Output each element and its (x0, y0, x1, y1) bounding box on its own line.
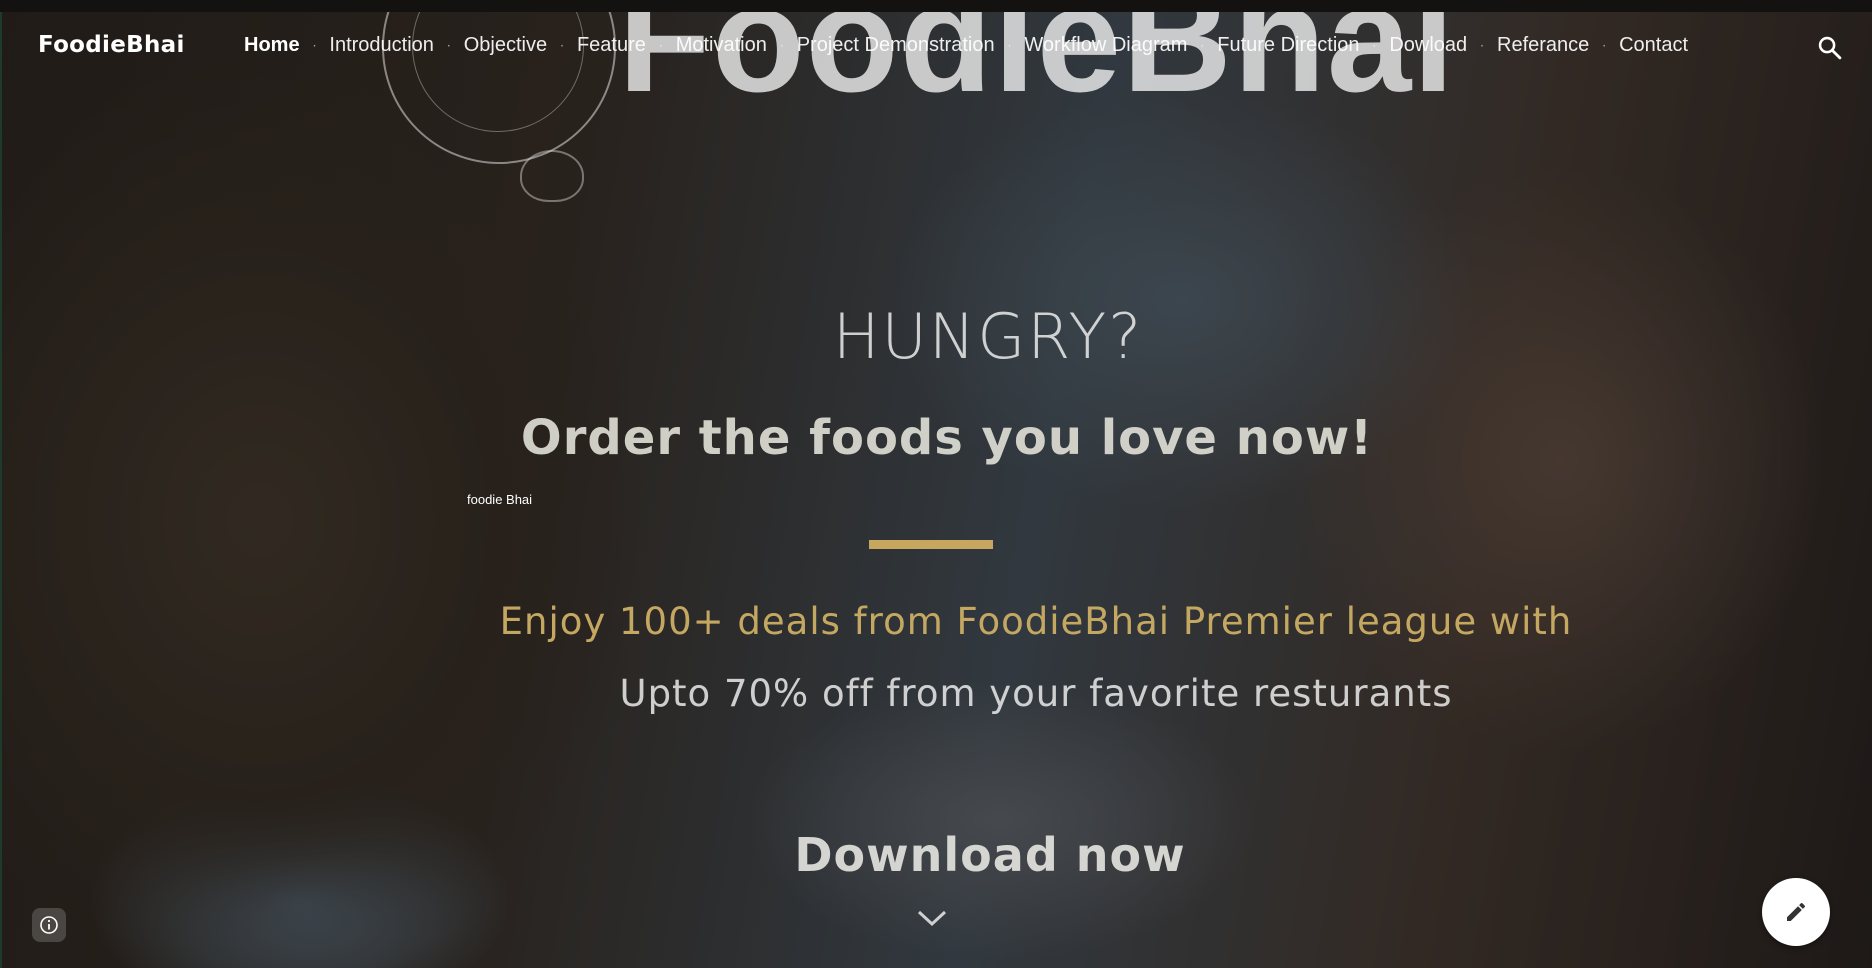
site-info-button[interactable] (32, 908, 66, 942)
nav-item-motivation[interactable]: Motivation (676, 34, 767, 57)
pencil-icon (1787, 902, 1806, 921)
nav-item-dowload[interactable]: Dowload (1389, 34, 1467, 57)
nav-item-project-demonstration[interactable]: Project Demonstration (797, 34, 995, 57)
nav-item-future-direction[interactable]: Future Direction (1217, 34, 1359, 57)
nav-separator: · (1602, 38, 1607, 53)
download-now-link[interactable]: Download now (0, 828, 1872, 882)
info-icon (40, 916, 58, 934)
edit-button[interactable] (1762, 878, 1830, 946)
nav-separator: · (446, 38, 451, 53)
nav-item-feature[interactable]: Feature (577, 34, 646, 57)
nav-separator: · (1200, 38, 1205, 53)
nav-item-contact[interactable]: Contact (1619, 34, 1688, 57)
scroll-down-button[interactable] (916, 906, 948, 930)
nav-item-workflow-diagram[interactable]: Workflow Diagram (1024, 34, 1187, 57)
nav-separator: · (779, 38, 784, 53)
site-title[interactable]: FoodieBhai (38, 32, 185, 58)
nav-separator: · (560, 38, 564, 53)
search-icon (1818, 36, 1842, 60)
browser-top-strip (0, 0, 1872, 12)
nav-item-objective[interactable]: Objective (464, 34, 547, 57)
nav-separator: · (312, 38, 317, 53)
hero-subheading: Order the foods you love now! (520, 410, 1374, 466)
nav-separator: · (658, 38, 663, 53)
deal-text-line-1: Enjoy 100+ deals from FoodieBhai Premier… (499, 600, 1573, 643)
emblem-leaf-icon (520, 150, 584, 202)
search-button[interactable] (1816, 34, 1844, 62)
deal-text-line-2: Upto 70% off from your favorite resturan… (619, 672, 1453, 715)
page: FoodieBhai FoodieBhai Home · Introductio… (0, 0, 1872, 968)
hero-dark-overlay (0, 0, 1872, 968)
hero-heading: HUNGRY? (832, 300, 1144, 373)
accent-divider (869, 540, 993, 549)
nav-item-introduction[interactable]: Introduction (329, 34, 434, 57)
nav-item-referance[interactable]: Referance (1497, 34, 1589, 57)
nav-item-home[interactable]: Home (244, 34, 300, 57)
chevron-down-icon (917, 910, 947, 927)
nav-links: Home · Introduction · Objective · Featur… (244, 34, 1688, 57)
nav-separator: · (1480, 38, 1484, 53)
nav-separator: · (1007, 38, 1012, 53)
nav-separator: · (1372, 38, 1377, 53)
window-left-edge (0, 12, 2, 968)
top-navigation-bar: FoodieBhai Home · Introduction · Objecti… (0, 12, 1872, 84)
image-caption: foodie Bhai (467, 492, 533, 507)
